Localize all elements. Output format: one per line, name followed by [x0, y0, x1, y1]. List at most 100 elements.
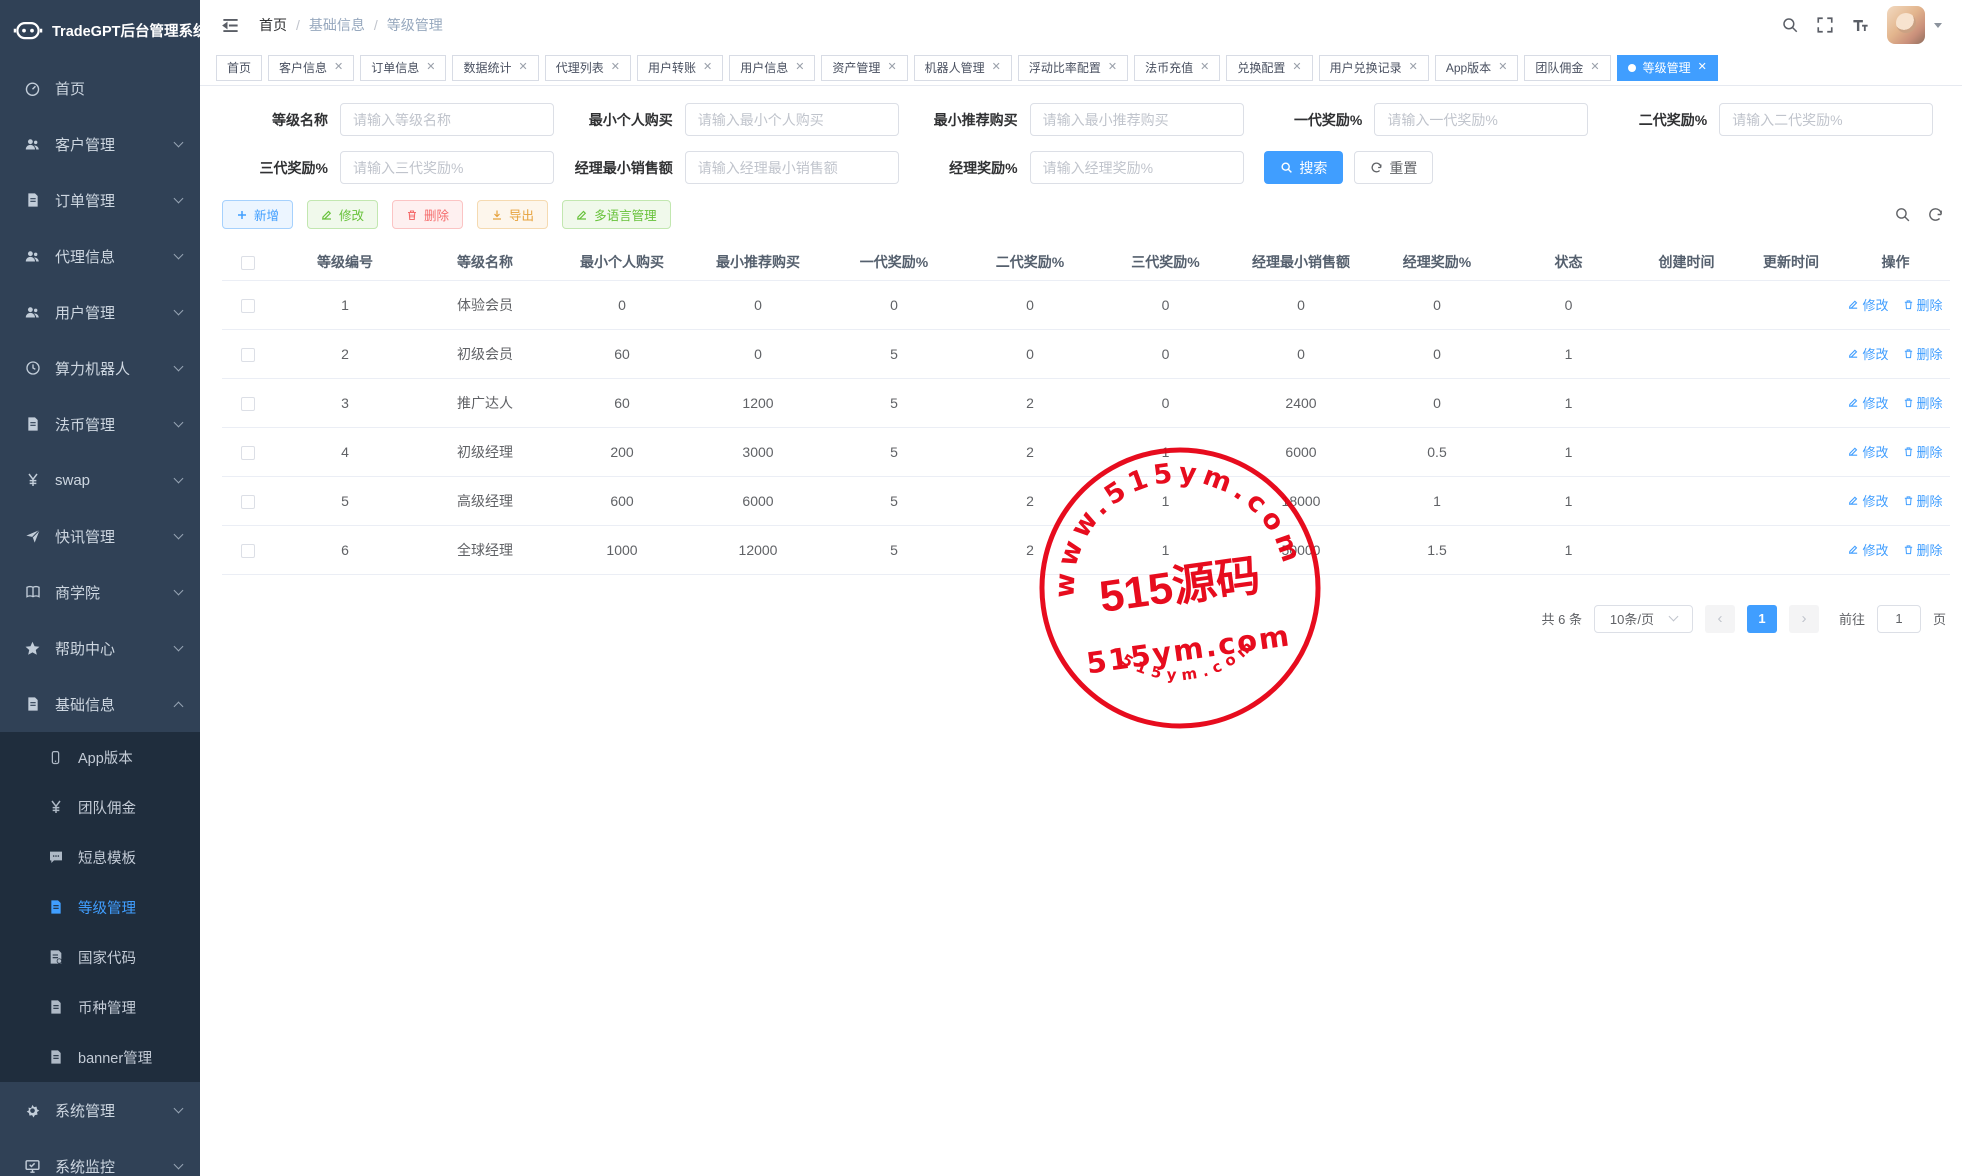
refresh-icon[interactable] [1927, 206, 1944, 223]
sidebar-item-home[interactable]: 首页 [0, 60, 200, 116]
sidebar-item-team-commission[interactable]: 团队佣金 [0, 782, 200, 832]
table-search-icon[interactable] [1894, 206, 1911, 223]
search-icon[interactable] [1781, 16, 1799, 34]
tab-float-ratio-config[interactable]: 浮动比率配置✕ [1018, 55, 1128, 81]
row-delete-link[interactable]: 删除 [1903, 491, 1943, 510]
min-referral-buy-input[interactable] [1030, 103, 1244, 136]
sidebar-item-customer-management[interactable]: 客户管理 [0, 116, 200, 172]
avatar-caret-icon[interactable] [1934, 23, 1942, 28]
row-edit-link[interactable]: 修改 [1848, 393, 1888, 412]
multilang-button[interactable]: 多语言管理 [562, 200, 671, 229]
sidebar-item-swap[interactable]: swap [0, 452, 200, 508]
sidebar-item-currency-management[interactable]: 币种管理 [0, 982, 200, 1032]
row-delete-link[interactable]: 删除 [1903, 344, 1943, 363]
select-all-checkbox[interactable] [241, 256, 255, 270]
tab-app-version[interactable]: App版本✕ [1435, 55, 1519, 81]
close-icon[interactable]: ✕ [1200, 62, 1209, 73]
row-checkbox[interactable] [241, 495, 255, 509]
close-icon[interactable]: ✕ [887, 62, 896, 73]
tab-data-stats[interactable]: 数据统计✕ [452, 55, 538, 81]
collapse-sidebar-icon[interactable] [221, 16, 240, 35]
row-delete-link[interactable]: 删除 [1903, 393, 1943, 412]
row-edit-link[interactable]: 修改 [1848, 540, 1888, 559]
close-icon[interactable]: ✕ [1498, 62, 1507, 73]
row-edit-link[interactable]: 修改 [1848, 344, 1888, 363]
tab-user-info[interactable]: 用户信息✕ [729, 55, 815, 81]
font-size-icon[interactable] [1851, 16, 1870, 35]
row-checkbox[interactable] [241, 544, 255, 558]
tab-asset-management[interactable]: 资产管理✕ [821, 55, 907, 81]
min-personal-buy-input[interactable] [685, 103, 899, 136]
close-icon[interactable]: ✕ [1698, 62, 1707, 73]
sidebar-item-sms-template[interactable]: 短息模板 [0, 832, 200, 882]
tab-fiat-recharge[interactable]: 法币充值✕ [1134, 55, 1220, 81]
tab-team-commission[interactable]: 团队佣金✕ [1524, 55, 1610, 81]
page-size-select[interactable]: 10条/页 [1594, 605, 1693, 633]
tab-customer-info[interactable]: 客户信息✕ [268, 55, 354, 81]
close-icon[interactable]: ✕ [703, 62, 712, 73]
tab-home[interactable]: 首页 [216, 55, 262, 81]
fullscreen-icon[interactable] [1816, 16, 1834, 34]
close-icon[interactable]: ✕ [795, 62, 804, 73]
close-icon[interactable]: ✕ [992, 62, 1001, 73]
tab-user-exchange-records[interactable]: 用户兑换记录✕ [1319, 55, 1429, 81]
close-icon[interactable]: ✕ [1108, 62, 1117, 73]
tab-level-management[interactable]: 等级管理✕ [1617, 55, 1718, 81]
close-icon[interactable]: ✕ [1292, 62, 1301, 73]
row-edit-link[interactable]: 修改 [1848, 442, 1888, 461]
sidebar-item-computing-robot[interactable]: 算力机器人 [0, 340, 200, 396]
row-checkbox[interactable] [241, 397, 255, 411]
close-icon[interactable]: ✕ [519, 62, 528, 73]
next-page-button[interactable]: › [1789, 605, 1819, 633]
edit-button[interactable]: 修改 [307, 200, 378, 229]
breadcrumb-basic-info[interactable]: 基础信息 [309, 15, 365, 35]
row-checkbox[interactable] [241, 446, 255, 460]
sidebar-item-system-monitor[interactable]: 系统监控 [0, 1138, 200, 1176]
tab-agent-list[interactable]: 代理列表✕ [545, 55, 631, 81]
breadcrumb-home[interactable]: 首页 [259, 15, 287, 35]
sidebar-item-help-center[interactable]: 帮助中心 [0, 620, 200, 676]
delete-button[interactable]: 删除 [392, 200, 463, 229]
add-button[interactable]: 新增 [222, 200, 293, 229]
manager-min-sales-input[interactable] [685, 151, 899, 184]
prev-page-button[interactable]: ‹ [1705, 605, 1735, 633]
close-icon[interactable]: ✕ [334, 62, 343, 73]
gen1-reward-input[interactable] [1374, 103, 1588, 136]
close-icon[interactable]: ✕ [1590, 62, 1599, 73]
row-delete-link[interactable]: 删除 [1903, 540, 1943, 559]
tab-order-info[interactable]: 订单信息✕ [360, 55, 446, 81]
search-button[interactable]: 搜索 [1264, 151, 1343, 184]
close-icon[interactable]: ✕ [426, 62, 435, 73]
sidebar-item-level-management[interactable]: 等级管理 [0, 882, 200, 932]
sidebar-item-country-code[interactable]: 国家代码 [0, 932, 200, 982]
current-page-button[interactable]: 1 [1747, 605, 1777, 633]
reset-button[interactable]: 重置 [1354, 151, 1433, 184]
tab-user-transfer[interactable]: 用户转账✕ [637, 55, 723, 81]
sidebar-item-basic-info[interactable]: 基础信息 [0, 676, 200, 732]
tab-exchange-config[interactable]: 兑换配置✕ [1226, 55, 1312, 81]
sidebar-item-agent-info[interactable]: 代理信息 [0, 228, 200, 284]
row-delete-link[interactable]: 删除 [1903, 442, 1943, 461]
sidebar-item-order-management[interactable]: 订单管理 [0, 172, 200, 228]
gen2-reward-input[interactable] [1719, 103, 1933, 136]
sidebar-item-business-school[interactable]: 商学院 [0, 564, 200, 620]
close-icon[interactable]: ✕ [611, 62, 620, 73]
sidebar-item-fiat-management[interactable]: 法币管理 [0, 396, 200, 452]
row-edit-link[interactable]: 修改 [1848, 491, 1888, 510]
sidebar-item-system-management[interactable]: 系统管理 [0, 1082, 200, 1138]
tab-robot-management[interactable]: 机器人管理✕ [914, 55, 1012, 81]
manager-reward-input[interactable] [1030, 151, 1244, 184]
row-delete-link[interactable]: 删除 [1903, 295, 1943, 314]
export-button[interactable]: 导出 [477, 200, 548, 229]
row-edit-link[interactable]: 修改 [1848, 295, 1888, 314]
sidebar-item-news-management[interactable]: 快讯管理 [0, 508, 200, 564]
avatar[interactable] [1887, 6, 1925, 44]
row-checkbox[interactable] [241, 348, 255, 362]
sidebar-item-banner-management[interactable]: banner管理 [0, 1032, 200, 1082]
gen3-reward-input[interactable] [340, 151, 554, 184]
sidebar-item-user-management[interactable]: 用户管理 [0, 284, 200, 340]
sidebar-item-app-version[interactable]: App版本 [0, 732, 200, 782]
goto-page-input[interactable] [1877, 605, 1921, 633]
row-checkbox[interactable] [241, 299, 255, 313]
level-name-input[interactable] [340, 103, 554, 136]
